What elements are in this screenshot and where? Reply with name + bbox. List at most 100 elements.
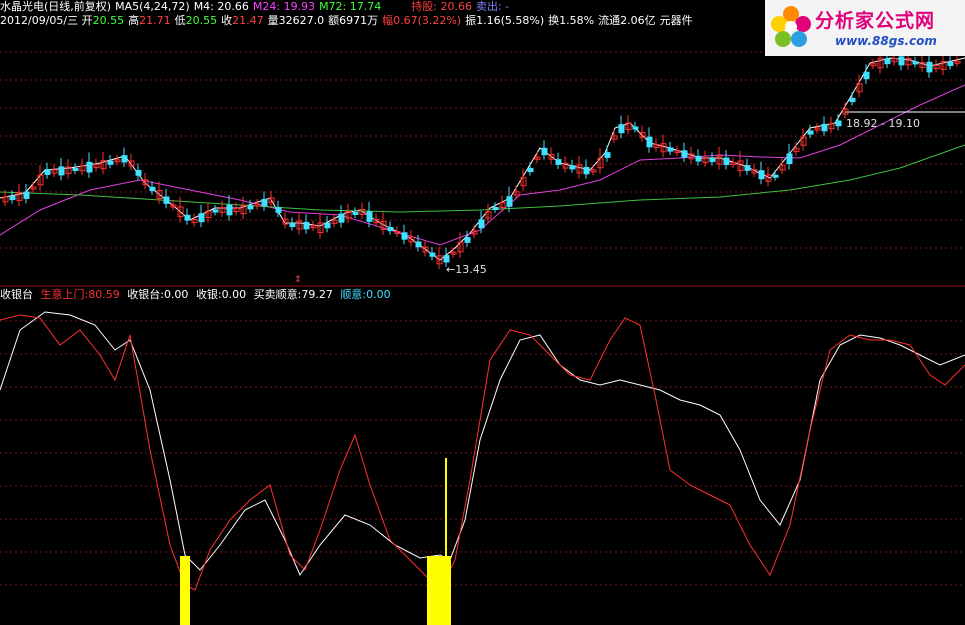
- stock-title: 水晶光电(日线,前复权): [0, 0, 112, 13]
- m72-value: M72: 17.74: [319, 0, 382, 13]
- signal-bar: [427, 556, 451, 625]
- grid-lines: [0, 51, 965, 586]
- candle-body: [667, 147, 674, 152]
- candle-body: [212, 209, 219, 213]
- candle-body: [163, 196, 170, 204]
- candle-body: [541, 147, 548, 156]
- quote-header-row-2: 2012/09/05/三 开20.55 高21.71 低20.55 收21.47 量32…: [0, 14, 775, 28]
- candle-body: [758, 170, 765, 180]
- open-value: 20.55: [92, 14, 125, 27]
- candle-body: [401, 232, 408, 240]
- candle-body: [681, 150, 688, 158]
- candle-body: [86, 161, 93, 173]
- candle-body: [135, 169, 142, 176]
- indicator-s3-value: 0.00: [221, 288, 247, 301]
- indicator-s1-label: 生意上门:: [40, 288, 89, 301]
- float-value: 流通2.06亿: [598, 14, 656, 27]
- moving-averages: [0, 57, 965, 261]
- high-value: 21.71: [139, 14, 171, 27]
- high-label: 高: [128, 14, 140, 27]
- candle-body: [772, 174, 779, 178]
- sector-value: 元器件: [659, 14, 693, 27]
- low-value: 20.55: [185, 14, 218, 27]
- candle-body: [807, 130, 814, 135]
- candle-body: [443, 255, 450, 263]
- indicator-name: 收银台: [0, 288, 33, 301]
- amplitude-value: 振1.16(5.58%): [465, 14, 545, 27]
- low-label: 低: [174, 14, 186, 27]
- candle-body: [786, 153, 793, 165]
- change-value: 幅0.67(3.22%): [382, 14, 462, 27]
- candle-body: [198, 213, 205, 223]
- candle-body: [604, 152, 611, 158]
- candle-body: [121, 155, 128, 163]
- indicator-header: 收银台 生意上门:80.59 收银台:0.00 收银:0.00 买卖顺意:79.…: [0, 288, 965, 302]
- candle-body: [646, 136, 653, 148]
- candle-body: [387, 226, 394, 232]
- candle-body: [184, 214, 191, 221]
- candlesticks: [2, 47, 961, 270]
- marker-icon: ⇕: [294, 275, 302, 285]
- close-value: 21.47: [232, 14, 264, 27]
- m4-value: M4: 20.66: [193, 0, 249, 13]
- candle-body: [863, 71, 870, 80]
- indicator-white-line: [0, 311, 965, 577]
- logo-title: 分析家公式网: [815, 10, 936, 32]
- candle-body: [303, 221, 310, 230]
- candle-body: [352, 211, 359, 215]
- ma-short-line: [0, 57, 965, 261]
- indicator-s2-value: 0.00: [163, 288, 189, 301]
- candle-body: [289, 222, 296, 228]
- candle-body: [464, 237, 471, 243]
- candle-body: [275, 207, 282, 213]
- candle-body: [744, 165, 751, 171]
- candle-body: [261, 198, 268, 207]
- indicator-s2-label: 收银台:: [127, 288, 164, 301]
- candle-body: [709, 157, 716, 163]
- candle-body: [821, 123, 828, 132]
- m24-value: M24: 19.93: [252, 0, 316, 13]
- candle-body: [247, 205, 254, 210]
- candle-body: [835, 120, 842, 127]
- turnover-value: 换1.58%: [548, 14, 595, 27]
- amount-value: 额6971万: [328, 14, 379, 27]
- quote-date: 2012/09/05/三: [0, 14, 79, 27]
- candle-body: [492, 207, 499, 210]
- candle-body: [527, 167, 534, 173]
- indicator-s1-value: 80.59: [88, 288, 120, 301]
- candle-body: [415, 241, 422, 248]
- stock-chart[interactable]: ⇕: [0, 0, 965, 625]
- logo-url: www.88gs.com: [835, 34, 937, 48]
- site-logo: 分析家公式网 www.88gs.com: [765, 0, 965, 56]
- candle-body: [723, 157, 730, 165]
- indicator-s4-label: 买卖顺意:: [253, 288, 302, 301]
- candle-body: [478, 219, 485, 229]
- candle-body: [884, 58, 891, 65]
- indicator-s3-label: 收银:: [195, 288, 222, 301]
- indicator-s5-value: 0.00: [366, 288, 391, 301]
- candle-body: [58, 166, 65, 176]
- candle-body: [506, 196, 513, 207]
- open-label: 开: [81, 14, 93, 27]
- flower-logo-icon: [771, 6, 811, 47]
- candle-body: [849, 97, 856, 103]
- candle-body: [926, 61, 933, 73]
- candle-body: [107, 160, 114, 165]
- candle-body: [72, 168, 79, 171]
- candle-body: [338, 213, 345, 223]
- indicator-s5-label: 顺意:: [340, 288, 367, 301]
- candle-body: [583, 166, 590, 175]
- candle-body: [898, 56, 905, 66]
- candle-body: [366, 211, 373, 222]
- candle-body: [912, 61, 919, 65]
- range-price-annotation: 18.92 - 19.10: [846, 117, 920, 130]
- sell-value: 卖出: -: [475, 0, 510, 13]
- low-price-annotation: ←13.45: [446, 263, 487, 276]
- close-label: 收: [221, 14, 233, 27]
- ma-label: MA5(4,24,72): [115, 0, 190, 13]
- candle-body: [226, 204, 233, 216]
- candle-body: [149, 186, 156, 192]
- candle-body: [23, 191, 30, 199]
- signal-bar: [180, 556, 190, 625]
- quote-header-row-1: 水晶光电(日线,前复权) MA5(4,24,72) M4: 20.66 M24: 19…: [0, 0, 775, 14]
